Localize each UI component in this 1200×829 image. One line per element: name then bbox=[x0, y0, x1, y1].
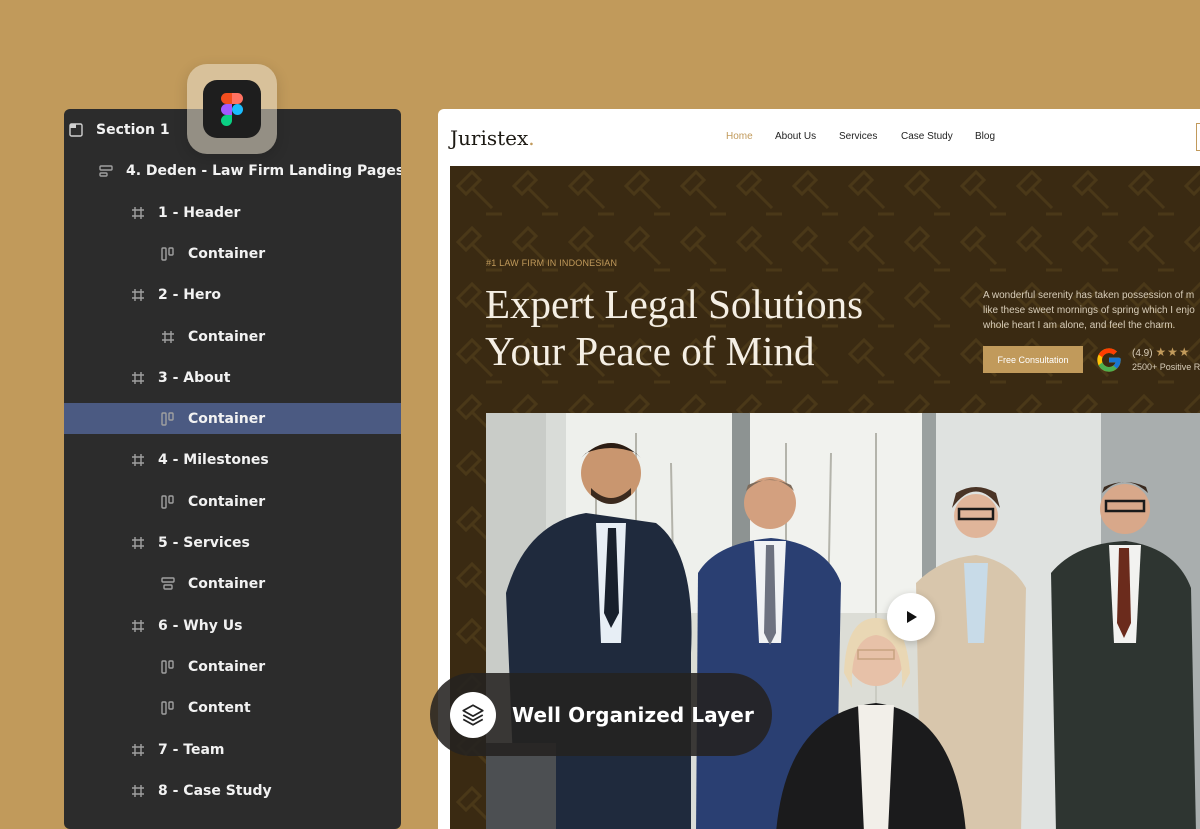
nav-home[interactable]: Home bbox=[726, 131, 753, 142]
auto-layout-horizontal-icon bbox=[160, 411, 176, 427]
hero-description: A wonderful serenity has taken possessio… bbox=[983, 290, 1195, 331]
layer-label: 6 - Why Us bbox=[158, 617, 243, 634]
layer-row[interactable]: 4. Deden - Law Firm Landing Pages bbox=[64, 155, 401, 186]
brand-logo[interactable]: Juristex. bbox=[450, 126, 535, 150]
well-organized-badge: Well Organized Layer bbox=[430, 673, 772, 756]
auto-layout-horizontal-icon bbox=[160, 700, 176, 716]
layer-row[interactable]: 1 - Header bbox=[64, 197, 401, 228]
frame-icon bbox=[130, 618, 146, 634]
layer-row[interactable]: Container bbox=[64, 238, 401, 269]
nav-case-study[interactable]: Case Study bbox=[901, 131, 953, 142]
layer-row[interactable]: Content bbox=[64, 692, 401, 723]
auto-layout-icon bbox=[98, 163, 114, 179]
layer-row[interactable]: 2 - Hero bbox=[64, 279, 401, 310]
layer-label: Container bbox=[188, 328, 266, 345]
frame-icon bbox=[130, 783, 146, 799]
site-header: Juristex. Home About Us Services Case St… bbox=[438, 109, 1200, 166]
reviews-count: 2500+ Positive R bbox=[1132, 362, 1200, 372]
play-video-button[interactable] bbox=[887, 593, 935, 641]
layer-label: 2 - Hero bbox=[158, 286, 222, 303]
team-photo bbox=[486, 413, 1200, 829]
frame-icon bbox=[130, 287, 146, 303]
free-consultation-button[interactable]: Free Consultation bbox=[983, 346, 1083, 373]
layer-row[interactable]: 6 - Why Us bbox=[64, 610, 401, 641]
layers-panel: Section 1 4. Deden - Law Firm Landing Pag… bbox=[64, 109, 401, 829]
frame-icon bbox=[130, 205, 146, 221]
layer-label: 3 - About bbox=[158, 369, 231, 386]
auto-layout-horizontal-icon bbox=[160, 659, 176, 675]
layer-row[interactable]: Container bbox=[64, 651, 401, 682]
layer-label: 8 - Case Study bbox=[158, 782, 272, 799]
layer-row[interactable]: Container bbox=[64, 568, 401, 599]
layer-label: Container bbox=[188, 410, 266, 427]
layer-label: Container bbox=[188, 493, 266, 510]
layer-row[interactable]: 4 - Milestones bbox=[64, 444, 401, 475]
star-icons: ★★★ bbox=[1155, 345, 1191, 359]
layer-row[interactable]: 3 - About bbox=[64, 362, 401, 393]
frame-icon bbox=[130, 370, 146, 386]
layer-label: Section 1 bbox=[96, 121, 170, 138]
figma-logo-icon bbox=[203, 80, 261, 138]
section-icon bbox=[68, 122, 84, 138]
frame-icon bbox=[160, 329, 176, 345]
layer-label: 5 - Services bbox=[158, 534, 250, 551]
nav-blog[interactable]: Blog bbox=[975, 131, 995, 142]
hero-headline: Expert Legal Solutions Your Peace of Min… bbox=[485, 281, 864, 374]
layer-row[interactable]: Container bbox=[64, 486, 401, 517]
team-photo-illustration bbox=[486, 413, 1200, 829]
badge-label: Well Organized Layer bbox=[512, 702, 754, 727]
hero-eyebrow: #1 LAW FIRM IN INDONESIAN bbox=[486, 258, 618, 268]
layer-label: 4. Deden - Law Firm Landing Pages bbox=[126, 162, 401, 179]
layer-label: 4 - Milestones bbox=[158, 451, 269, 468]
layer-label: 7 - Team bbox=[158, 741, 225, 758]
layer-label: Content bbox=[188, 699, 251, 716]
rating-score: (4.9) ★★★ bbox=[1132, 345, 1191, 359]
layer-row[interactable]: 5 - Services bbox=[64, 527, 401, 558]
nav-cta-button[interactable] bbox=[1196, 123, 1200, 151]
layer-label: Container bbox=[188, 575, 266, 592]
frame-icon bbox=[130, 742, 146, 758]
frame-icon bbox=[130, 452, 146, 468]
figma-badge bbox=[187, 64, 277, 154]
layer-label: Container bbox=[188, 245, 266, 262]
layer-row[interactable]: Container bbox=[64, 403, 401, 434]
layers-icon bbox=[450, 691, 496, 738]
play-icon bbox=[907, 611, 917, 623]
auto-layout-vertical-icon bbox=[160, 576, 176, 592]
layer-label: 1 - Header bbox=[158, 204, 241, 221]
nav-about[interactable]: About Us bbox=[775, 131, 816, 142]
layer-row[interactable]: Container bbox=[64, 321, 401, 352]
nav-services[interactable]: Services bbox=[839, 131, 877, 142]
auto-layout-horizontal-icon bbox=[160, 246, 176, 262]
layer-row[interactable]: 7 - Team bbox=[64, 734, 401, 765]
frame-icon bbox=[130, 535, 146, 551]
layer-row[interactable]: 8 - Case Study bbox=[64, 775, 401, 806]
auto-layout-horizontal-icon bbox=[160, 494, 176, 510]
layer-label: Container bbox=[188, 658, 266, 675]
google-icon bbox=[1097, 348, 1121, 372]
